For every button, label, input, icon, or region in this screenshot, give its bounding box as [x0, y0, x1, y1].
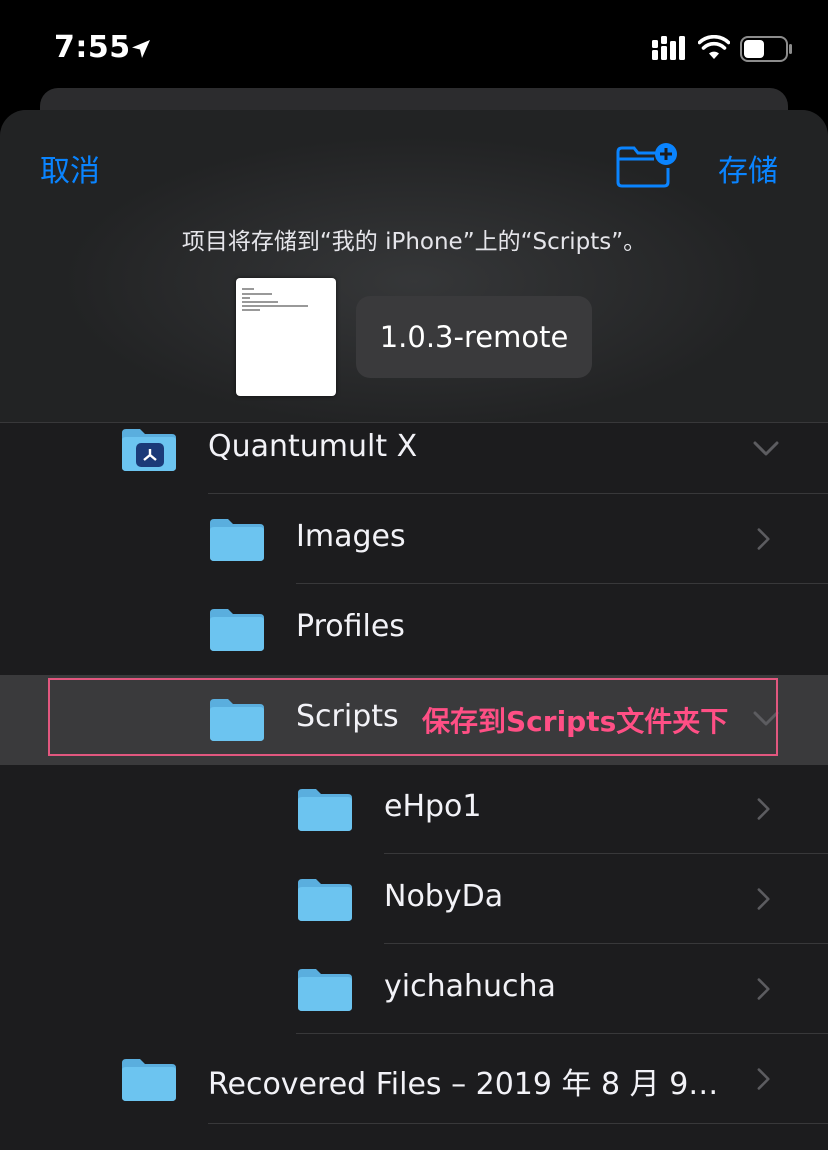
document-thumbnail [236, 278, 336, 396]
save-location-text: 项目将存储到“我的 iPhone”上的“Scripts”。 [181, 229, 647, 255]
chevron-right-icon[interactable] [752, 795, 776, 823]
quantumult-app-folder-icon [120, 425, 178, 471]
sheet-header: 取消 存储 项目将存储到“我的 iPhone”上的“Scripts”。 1.0.… [0, 110, 828, 422]
status-time: 7:55 [54, 30, 131, 65]
folder-name: Images [296, 519, 406, 554]
location-arrow-icon [132, 40, 150, 58]
filename-field[interactable]: 1.0.3-remote [356, 296, 592, 378]
folder-name: Quantumult X [208, 429, 418, 464]
folder-name: eHpo1 [384, 789, 482, 824]
folder-icon [208, 605, 266, 651]
save-button[interactable]: 存储 [718, 146, 778, 190]
folder-row[interactable]: yichahucha [0, 945, 828, 1035]
folder-icon [296, 785, 354, 831]
folder-icon [208, 515, 266, 561]
folder-row[interactable]: eHpo1 [0, 765, 828, 855]
folder-name: yichahucha [384, 969, 556, 1004]
status-bar: 7:55 [0, 0, 828, 100]
annotation-text: 保存到Scripts文件夹下 [422, 705, 729, 738]
chevron-right-icon[interactable] [752, 1065, 776, 1093]
chevron-right-icon[interactable] [752, 885, 776, 913]
folder-row[interactable]: Images [0, 495, 828, 585]
wifi-icon [698, 35, 730, 59]
folder-icon [296, 965, 354, 1011]
chevron-right-icon[interactable] [752, 525, 776, 553]
cellular-signal-icon [652, 36, 685, 60]
folder-row[interactable]: Profiles [0, 585, 828, 675]
folder-row[interactable]: Quantumult X [0, 405, 828, 495]
new-folder-icon[interactable] [616, 142, 678, 188]
folder-row[interactable]: Recovered Files – 2019 年 8 月 9… [0, 1035, 828, 1125]
chevron-right-icon[interactable] [752, 975, 776, 1003]
cancel-button[interactable]: 取消 [40, 146, 100, 190]
folder-icon [296, 875, 354, 921]
battery-icon [740, 36, 792, 62]
chevron-down-icon[interactable] [752, 435, 779, 463]
folder-icon [120, 1055, 178, 1101]
folder-name: Profiles [296, 609, 405, 644]
folder-name: NobyDa [384, 879, 504, 914]
folder-name: Recovered Files – 2019 年 8 月 9… [208, 1067, 719, 1102]
folder-row[interactable]: NobyDa [0, 855, 828, 945]
